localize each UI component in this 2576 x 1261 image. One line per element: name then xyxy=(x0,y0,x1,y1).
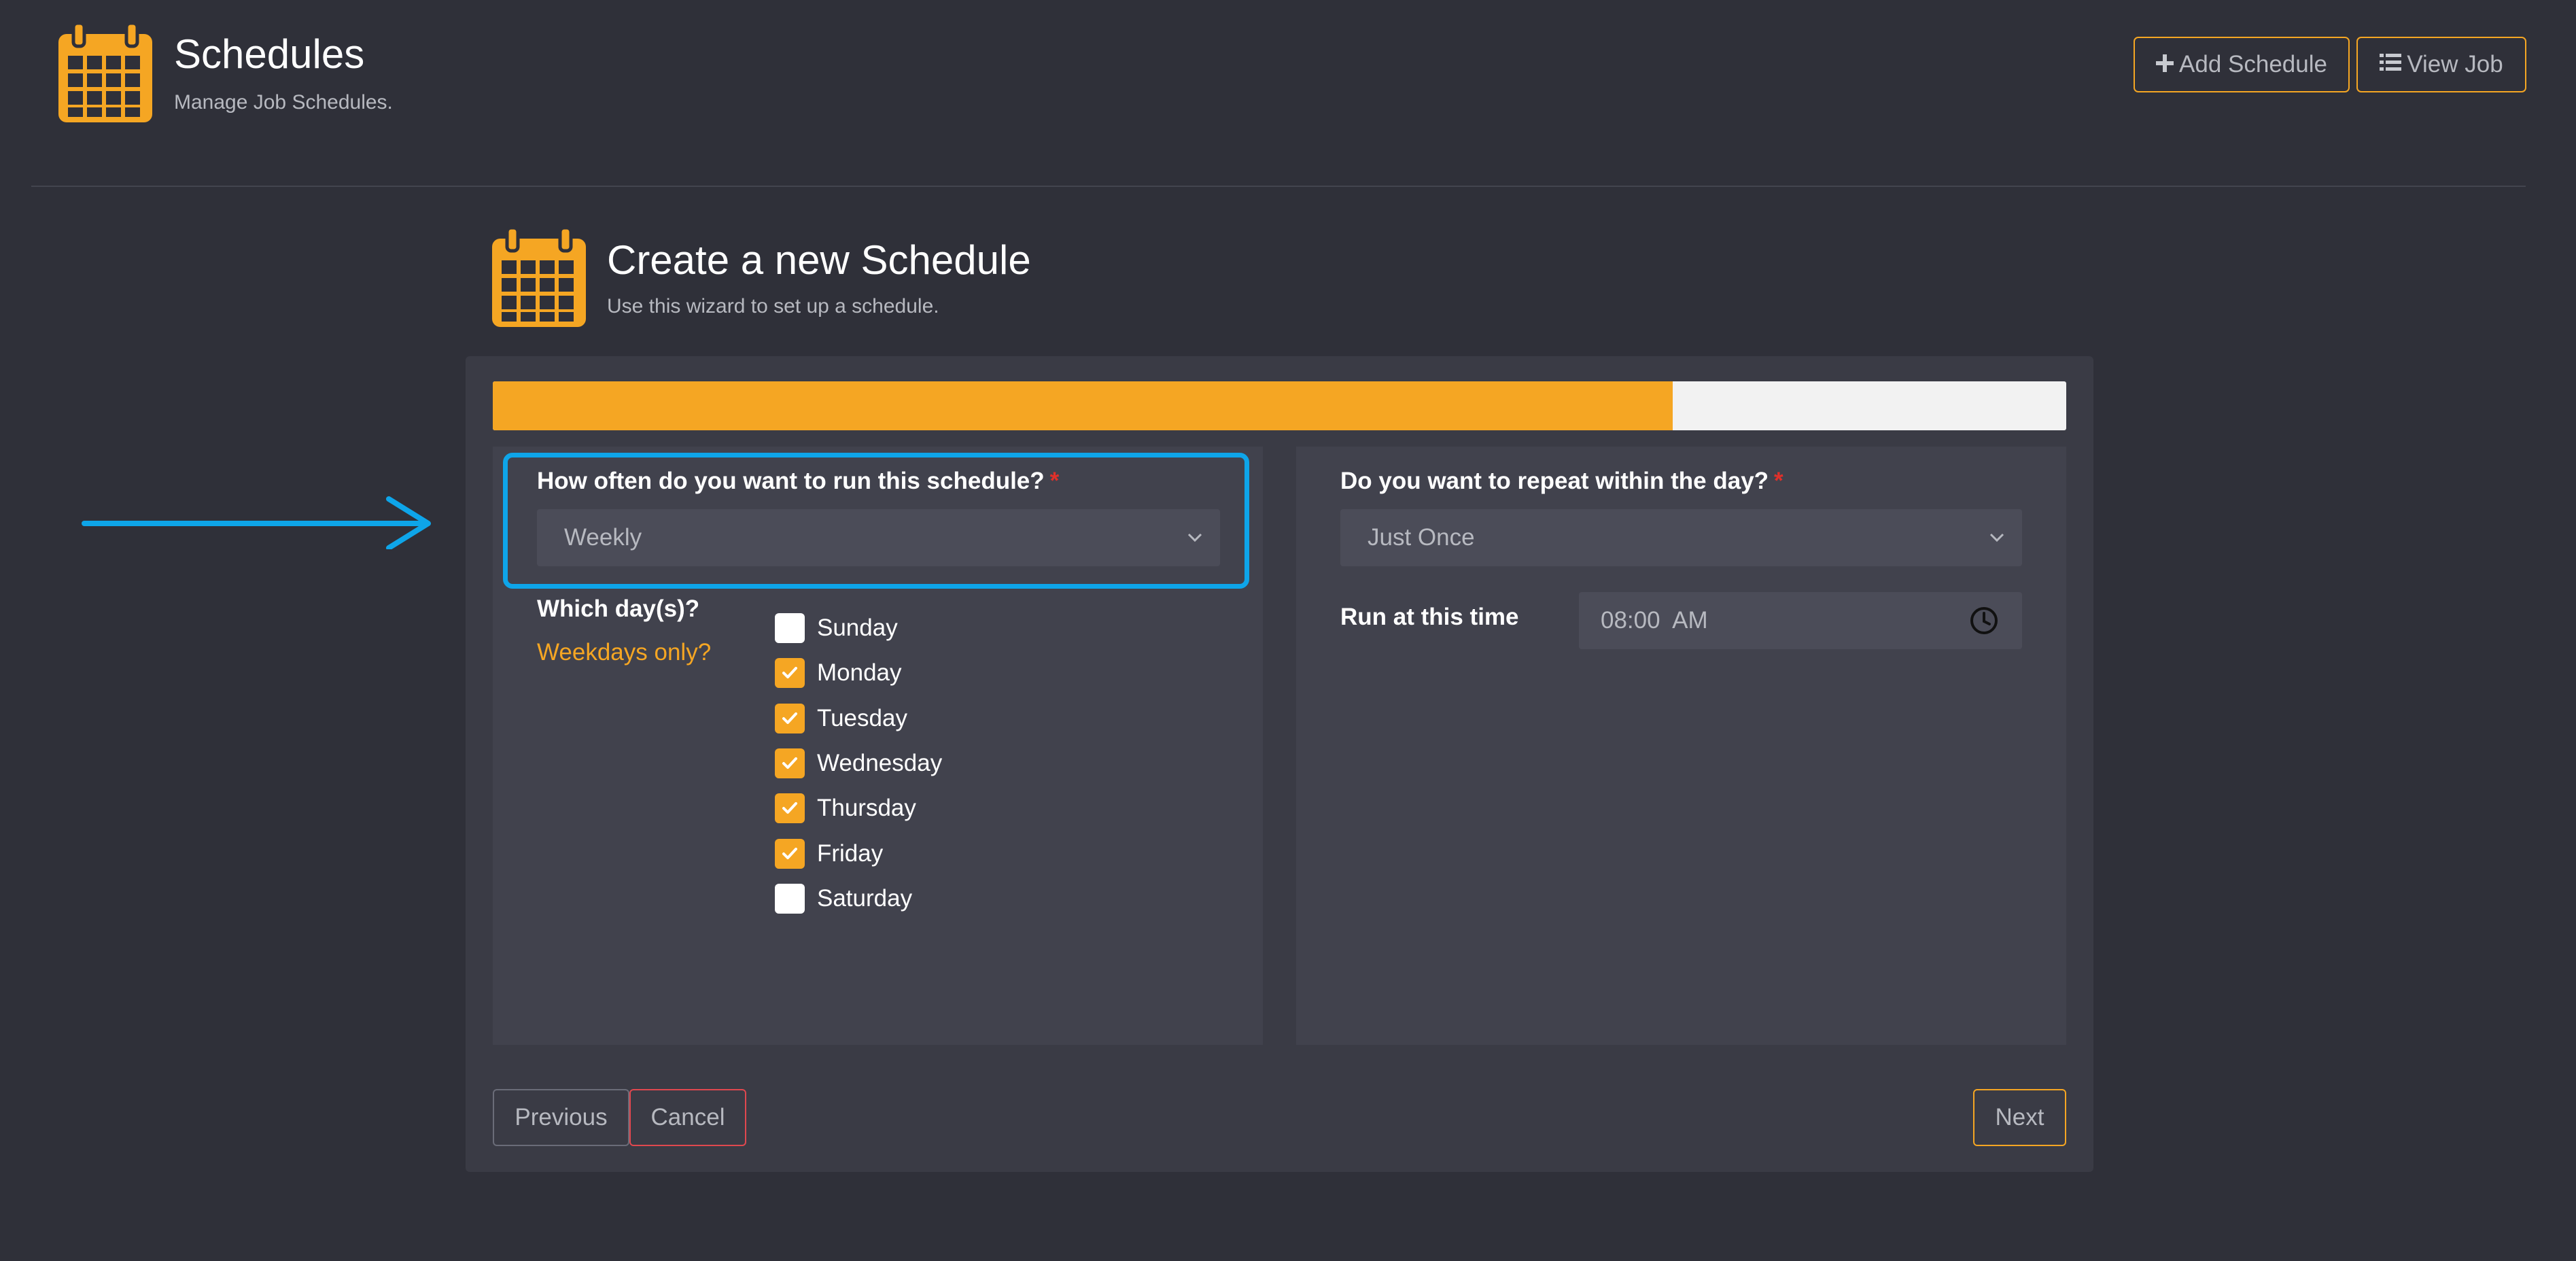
repeat-select[interactable]: Just Once xyxy=(1340,509,2022,566)
day-checkbox[interactable] xyxy=(775,884,805,914)
day-option-tuesday[interactable]: Tuesday xyxy=(775,702,907,736)
day-label: Tuesday xyxy=(817,705,907,731)
clock-icon[interactable] xyxy=(1969,606,1999,642)
next-button[interactable]: Next xyxy=(1973,1089,2066,1146)
day-checkbox[interactable] xyxy=(775,793,805,823)
wizard-title: Create a new Schedule xyxy=(607,237,1031,283)
wizard-subtitle: Use this wizard to set up a schedule. xyxy=(607,295,939,317)
day-label: Thursday xyxy=(817,795,916,821)
days-label: Which day(s)? xyxy=(537,595,700,622)
plus-icon xyxy=(2156,52,2174,78)
day-label: Monday xyxy=(817,659,902,686)
day-label: Wednesday xyxy=(817,750,943,776)
list-icon xyxy=(2380,52,2402,78)
view-job-label: View Job xyxy=(2407,51,2503,77)
day-option-saturday[interactable]: Saturday xyxy=(775,882,912,916)
weekdays-only-link[interactable]: Weekdays only? xyxy=(537,639,711,666)
day-option-sunday[interactable]: Sunday xyxy=(775,611,898,645)
day-checkbox[interactable] xyxy=(775,658,805,688)
page-subtitle: Manage Job Schedules. xyxy=(174,91,393,114)
day-checkbox[interactable] xyxy=(775,748,805,778)
day-option-thursday[interactable]: Thursday xyxy=(775,791,916,825)
previous-button[interactable]: Previous xyxy=(493,1089,629,1146)
required-mark: * xyxy=(1774,468,1783,494)
day-option-wednesday[interactable]: Wednesday xyxy=(775,746,942,780)
page-title: Schedules xyxy=(174,31,365,77)
highlight-box xyxy=(503,453,1249,589)
wizard-progress-bar xyxy=(493,381,2066,430)
add-schedule-button[interactable]: Add Schedule xyxy=(2134,37,2350,92)
cancel-button[interactable]: Cancel xyxy=(629,1089,746,1146)
view-job-button[interactable]: View Job xyxy=(2356,37,2526,92)
add-schedule-label: Add Schedule xyxy=(2179,51,2327,77)
run-time-label: Run at this time xyxy=(1340,604,1519,630)
chevron-down-icon xyxy=(1987,527,2007,554)
calendar-icon xyxy=(57,22,154,124)
repeat-select-value: Just Once xyxy=(1368,524,1475,551)
wizard-calendar-icon xyxy=(491,226,587,329)
day-option-friday[interactable]: Friday xyxy=(775,837,883,871)
header-divider xyxy=(31,186,2526,187)
day-label: Sunday xyxy=(817,615,898,641)
run-time-input[interactable]: 08:00 AM xyxy=(1579,592,2022,649)
day-option-monday[interactable]: Monday xyxy=(775,656,902,690)
run-time-value: 08:00 AM xyxy=(1601,607,1708,634)
day-label: Friday xyxy=(817,840,884,867)
annotation-arrow xyxy=(82,495,435,553)
day-checkbox[interactable] xyxy=(775,613,805,643)
progress-fill xyxy=(493,381,1673,430)
day-checkbox[interactable] xyxy=(775,839,805,869)
day-checkbox[interactable] xyxy=(775,704,805,733)
repeat-label: Do you want to repeat within the day? * xyxy=(1340,468,1783,494)
day-label: Saturday xyxy=(817,885,913,912)
